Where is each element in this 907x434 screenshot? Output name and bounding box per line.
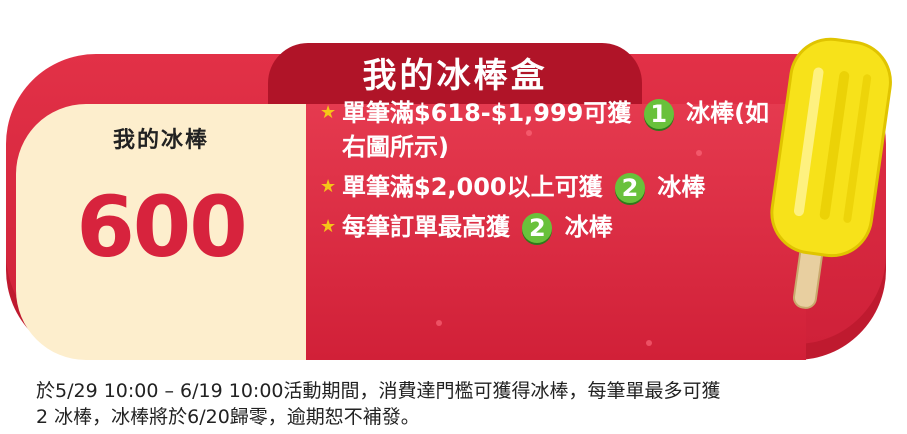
rule-text: 每筆訂單最高獲 [342,213,510,241]
rule-text: 單筆滿$2,000以上可獲 [342,173,603,201]
campaign-notice: 於5/29 10:00 – 6/19 10:00活動期間，消費達門檻可獲得冰棒，… [36,378,896,430]
sparkle-dot [646,340,652,346]
count-badge: 2 [614,173,645,203]
rule-text: 單筆滿$618-$1,999可獲 [342,99,632,127]
balance-value: 600 [76,178,247,276]
star-icon: ★ [320,176,337,197]
notice-line-1: 於5/29 10:00 – 6/19 10:00活動期間，消費達門檻可獲得冰棒，… [36,380,721,402]
rule-text: 冰棒 [657,173,706,201]
count-badge: 2 [522,213,553,243]
notice-line-2: 2 冰棒，冰棒將於6/20歸零，逾期恕不補發。 [36,406,420,428]
count-badge: 1 [643,99,674,129]
star-icon: ★ [320,216,337,237]
rule-item: ★ 每筆訂單最高獲 2 冰棒 [320,210,780,244]
rules-list: ★ 單筆滿$618-$1,999可獲 1 冰棒(如右圖所示) ★ 單筆滿$2,0… [320,96,780,250]
rule-item: ★ 單筆滿$618-$1,999可獲 1 冰棒(如右圖所示) [320,96,780,164]
popsicle-icon [770,37,892,309]
balance-label: 我的冰棒 [112,128,209,153]
box-title: 我的冰棒盒 [362,56,548,96]
star-icon: ★ [320,102,337,123]
rule-item: ★ 單筆滿$2,000以上可獲 2 冰棒 [320,170,780,204]
sparkle-dot [436,320,442,326]
rule-text: 冰棒 [564,213,613,241]
